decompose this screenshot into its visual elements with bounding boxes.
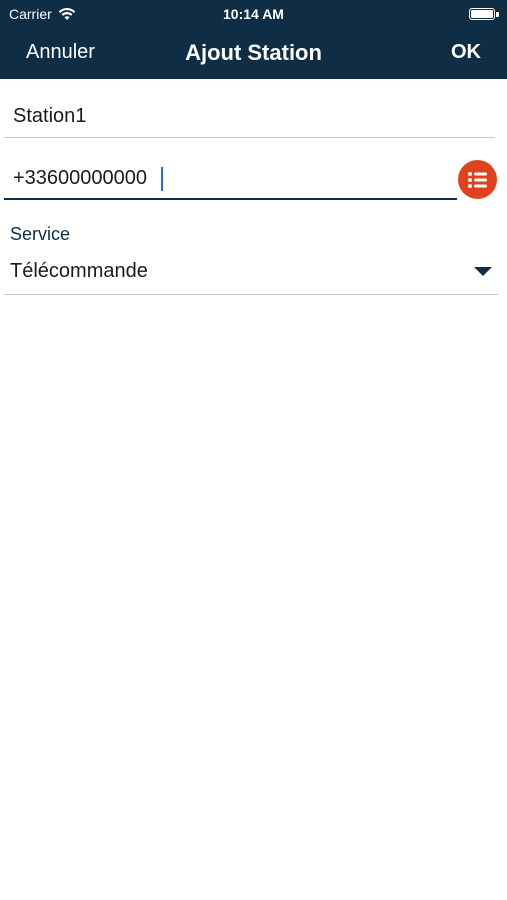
status-time: 10:14 AM <box>223 6 284 22</box>
service-selected-value: Télécommande <box>10 260 148 282</box>
list-icon <box>467 171 487 188</box>
navigation-bar: Annuler Ajout Station OK <box>0 28 507 79</box>
station-name-input[interactable] <box>4 96 495 136</box>
cancel-button[interactable]: Annuler <box>26 41 95 64</box>
battery-level <box>471 10 493 18</box>
add-station-screen: Carrier 10:14 AM Annuler Ajout Station O… <box>0 0 507 900</box>
chevron-down-icon <box>474 267 492 276</box>
battery-tip <box>496 12 499 17</box>
service-dropdown[interactable]: Télécommande <box>4 252 498 295</box>
ok-button[interactable]: OK <box>451 41 481 64</box>
station-name-field <box>4 96 495 138</box>
contacts-list-button[interactable] <box>458 160 497 199</box>
header: Carrier 10:14 AM Annuler Ajout Station O… <box>0 0 507 79</box>
status-bar: Carrier 10:14 AM <box>0 0 507 28</box>
service-label: Service <box>10 224 71 244</box>
text-cursor <box>161 167 163 191</box>
battery-icon <box>469 8 499 20</box>
phone-number-input[interactable] <box>4 158 457 198</box>
phone-number-field <box>4 158 457 200</box>
